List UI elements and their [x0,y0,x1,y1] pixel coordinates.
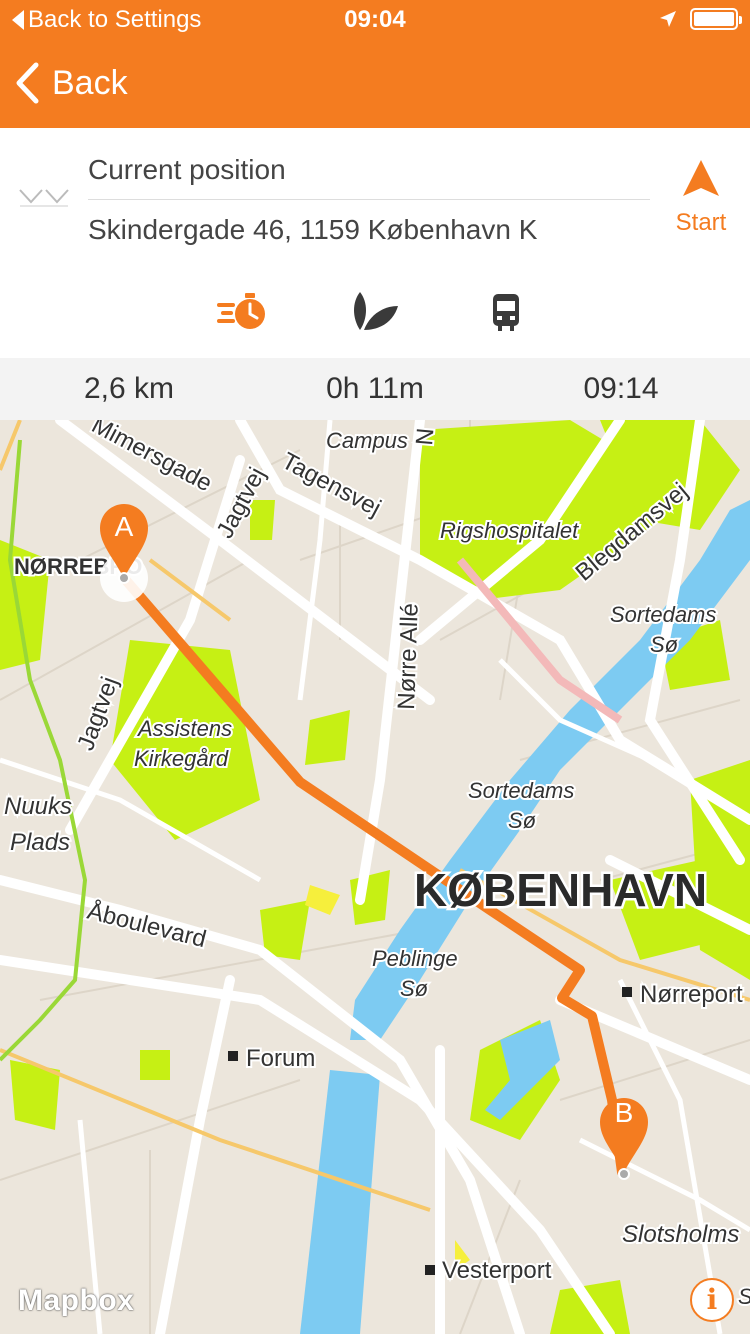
map-label-kobenhavn: KØBENHAVN [414,864,707,916]
map-marker-b-label: B [615,1097,634,1128]
navigation-arrow-icon [683,160,719,196]
mode-transit-button[interactable] [478,288,534,336]
route-duration: 0h 11m [326,372,424,405]
stopwatch-icon [217,293,265,329]
leaf-icon [354,292,398,330]
map-label-edge-s: S [738,1284,750,1309]
route-arrival-time: 09:14 [583,372,659,405]
map-label-sortedams-so-2a: Sortedams [468,778,574,803]
swap-chevrons-icon[interactable] [18,186,70,210]
map-info-button[interactable]: i [690,1278,734,1322]
map-label-sortedams-so-2b: Sø [508,808,536,833]
map-label-forum: Forum [246,1045,315,1072]
back-button[interactable]: Back [14,62,128,104]
map-label-nuuks-a: Nuuks [4,793,72,820]
map-canvas: Mimersgade Campus Tagensvej Jagtvej N Ri… [0,420,750,1334]
map-label-nuuks-b: Plads [10,829,70,856]
mode-green-button[interactable] [346,288,402,336]
map-label-assistens-b: Kirkegård [134,746,229,771]
route-distance: 2,6 km [83,372,175,405]
station-marker-forum [228,1051,238,1061]
map-label-assistens-a: Assistens [136,716,232,741]
map-label-norreport: Nørreport [640,981,743,1008]
status-time: 09:04 [344,6,406,33]
map-label-norre-alle: Nørre Allé [393,603,424,711]
station-marker-norreport [622,987,632,997]
map-label-campus: Campus [326,428,408,453]
map-label-edge-n: N [411,427,439,447]
back-button-label: Back [52,63,128,102]
status-bar: Back to Settings 09:04 [0,0,750,40]
mode-fast-button[interactable] [216,288,272,336]
map-marker-a-label: A [115,511,134,542]
start-button[interactable]: Start [664,158,738,254]
destination-field[interactable]: Skindergade 46, 1159 København K [88,214,650,254]
map-label-peblinge-b: Sø [400,976,428,1001]
start-button-label: Start [675,209,727,236]
map-label-sortedams-so-1a: Sortedams [610,602,716,627]
map-label-vesterport: Vesterport [442,1257,552,1284]
station-marker-vesterport [425,1265,435,1275]
route-summary: 2,6 km 0h 11m 09:14 [0,358,750,420]
map-view[interactable]: Mimersgade Campus Tagensvej Jagtvej N Ri… [0,420,750,1334]
navigation-bar: Back [0,40,750,128]
map-label-slotsholmsg: Slotsholms [622,1221,739,1248]
map-label-rigshospitalet: Rigshospitalet [440,518,579,543]
map-label-sortedams-so-1b: Sø [650,632,678,657]
train-icon [493,294,519,331]
battery-full-icon [690,8,742,30]
origin-field[interactable]: Current position [88,152,650,200]
mapbox-attribution: Mapbox [18,1284,135,1317]
map-label-peblinge-a: Peblinge [372,946,458,971]
chevron-left-icon [16,62,39,104]
location-arrow-icon [660,11,676,27]
